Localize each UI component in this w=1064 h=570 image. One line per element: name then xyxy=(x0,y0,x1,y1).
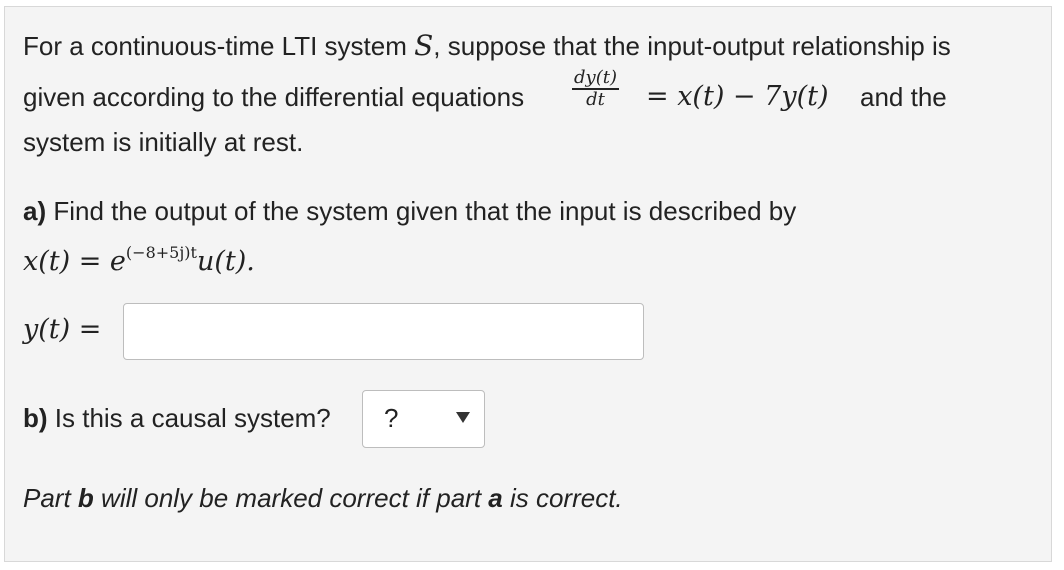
question-line-1: For a continuous-time LTI system S, supp… xyxy=(23,29,951,62)
dropdown-arrow-icon xyxy=(456,412,470,423)
part-a-label: a) xyxy=(23,196,47,226)
question-line-3: system is initially at rest. xyxy=(23,127,304,157)
grading-note: Part b will only be marked correct if pa… xyxy=(23,483,623,513)
part-a-prompt: a) Find the output of the system given t… xyxy=(23,196,796,226)
system-symbol: S xyxy=(414,29,434,62)
derivative-fraction: dy(t) dt xyxy=(572,68,619,110)
answer-input[interactable] xyxy=(123,303,644,360)
note-text-2: will only be marked correct if part xyxy=(93,483,489,513)
input-base: x(t) = e xyxy=(23,246,126,277)
fraction-numerator: dy(t) xyxy=(572,67,619,90)
input-exponent: (−8+5j)t xyxy=(125,243,197,262)
causal-select[interactable]: ? xyxy=(362,390,485,448)
part-b-label: b) xyxy=(23,403,48,433)
part-b-prompt: b) Is this a causal system? xyxy=(23,403,331,433)
note-part-b: b xyxy=(77,483,94,513)
input-equation: x(t) = e(−8+5j)tu(t). xyxy=(23,238,255,277)
intro-text: For a continuous-time LTI system xyxy=(23,31,415,61)
fraction-denominator: dt xyxy=(586,89,605,110)
note-part-a: a xyxy=(488,483,503,513)
equation-rhs: = x(t) − 7y(t) xyxy=(646,81,829,112)
part-b-text: Is this a causal system? xyxy=(47,403,331,433)
answer-label: y(t) = xyxy=(23,314,102,345)
part-a-text: Find the output of the system given that… xyxy=(46,196,797,226)
input-tail: u(t). xyxy=(196,246,255,277)
note-text-1: Part xyxy=(23,483,78,513)
intro-text-end: , suppose that the input-output relation… xyxy=(433,31,951,61)
note-text-3: is correct. xyxy=(502,483,623,513)
question-line-2: given according to the differential equa… xyxy=(23,82,525,112)
question-line-2-end: and the xyxy=(860,82,947,112)
causal-select-value: ? xyxy=(384,403,399,433)
